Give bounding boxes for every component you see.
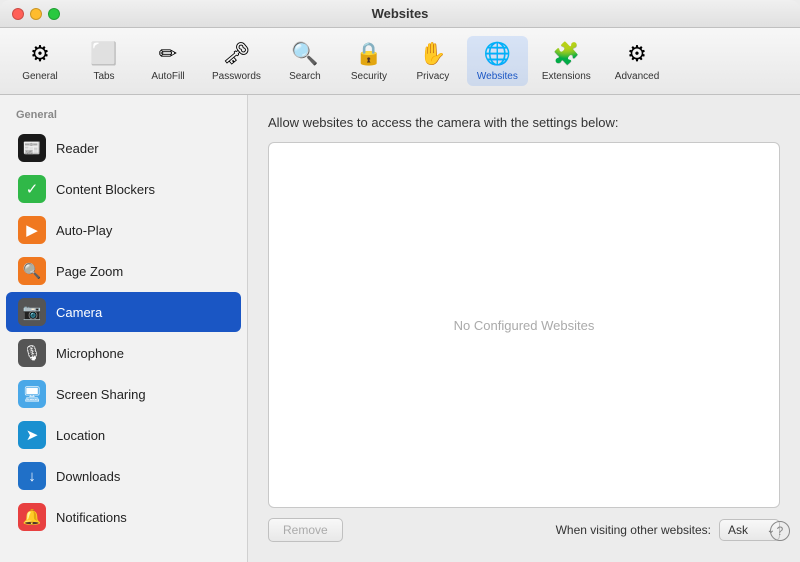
sidebar-item-microphone[interactable]: 🎙 Microphone [6, 333, 241, 373]
toolbar-item-search[interactable]: 🔍 Search [275, 36, 335, 86]
sidebar-label-camera: Camera [56, 305, 102, 320]
sidebar-item-page-zoom[interactable]: 🔍 Page Zoom [6, 251, 241, 291]
content-area: Allow websites to access the camera with… [248, 95, 800, 562]
toolbar-item-general[interactable]: ⚙ General [10, 36, 70, 86]
traffic-lights [12, 8, 60, 20]
no-websites-label: No Configured Websites [454, 318, 595, 333]
titlebar: Websites [0, 0, 800, 28]
toolbar-label-extensions: Extensions [542, 71, 591, 82]
toolbar: ⚙ General ⬜ Tabs ✏ AutoFill 🗝 Passwords 🔍 Search 🔒… [0, 28, 800, 95]
websites-icon: 🌐 [483, 40, 511, 68]
toolbar-item-tabs[interactable]: ⬜ Tabs [74, 36, 134, 86]
toolbar-label-tabs: Tabs [93, 71, 114, 82]
sidebar-section-label: General [0, 105, 247, 127]
toolbar-item-extensions[interactable]: 🧩 Extensions [532, 36, 601, 86]
sidebar-label-screen-sharing: Screen Sharing [56, 387, 146, 402]
toolbar-item-advanced[interactable]: ⚙ Advanced [605, 36, 669, 86]
footer-label: When visiting other websites: [556, 523, 711, 537]
microphone-icon: 🎙 [18, 339, 46, 367]
toolbar-label-search: Search [289, 71, 321, 82]
autofill-icon: ✏ [154, 40, 182, 68]
advanced-icon: ⚙ [623, 40, 651, 68]
screen-sharing-icon: 🖥 [18, 380, 46, 408]
sidebar: General 📰 Reader ✓ Content Blockers ▶ Auto-Pl… [0, 95, 248, 562]
camera-icon: 📷 [18, 298, 46, 326]
sidebar-label-location: Location [56, 428, 105, 443]
toolbar-label-websites: Websites [477, 71, 518, 82]
tabs-icon: ⬜ [90, 40, 118, 68]
toolbar-label-general: General [22, 71, 58, 82]
sidebar-label-microphone: Microphone [56, 346, 124, 361]
window-title: Websites [372, 6, 429, 21]
sidebar-item-auto-play[interactable]: ▶ Auto-Play [6, 210, 241, 250]
close-button[interactable] [12, 8, 24, 20]
content-description: Allow websites to access the camera with… [268, 115, 780, 130]
sidebar-label-downloads: Downloads [56, 469, 120, 484]
footer-right: When visiting other websites: AskAllowDe… [556, 519, 780, 541]
sidebar-item-location[interactable]: ➤ Location [6, 415, 241, 455]
notifications-icon: 🔔 [18, 503, 46, 531]
toolbar-label-privacy: Privacy [417, 71, 450, 82]
privacy-icon: ✋ [419, 40, 447, 68]
toolbar-item-security[interactable]: 🔒 Security [339, 36, 399, 86]
websites-box: No Configured Websites [268, 142, 780, 508]
downloads-icon: ↓ [18, 462, 46, 490]
sidebar-label-content-blockers: Content Blockers [56, 182, 155, 197]
remove-button[interactable]: Remove [268, 518, 343, 542]
help-icon[interactable]: ? [770, 521, 790, 541]
sidebar-item-notifications[interactable]: 🔔 Notifications [6, 497, 241, 537]
extensions-icon: 🧩 [552, 40, 580, 68]
toolbar-label-autofill: AutoFill [151, 71, 184, 82]
sidebar-label-notifications: Notifications [56, 510, 127, 525]
search-icon: 🔍 [291, 40, 319, 68]
sidebar-item-content-blockers[interactable]: ✓ Content Blockers [6, 169, 241, 209]
toolbar-item-passwords[interactable]: 🗝 Passwords [202, 36, 271, 86]
content-footer: Remove When visiting other websites: Ask… [268, 518, 780, 542]
sidebar-item-camera[interactable]: 📷 Camera [6, 292, 241, 332]
sidebar-label-page-zoom: Page Zoom [56, 264, 123, 279]
reader-icon: 📰 [18, 134, 46, 162]
sidebar-label-auto-play: Auto-Play [56, 223, 112, 238]
security-icon: 🔒 [355, 40, 383, 68]
auto-play-icon: ▶ [18, 216, 46, 244]
general-icon: ⚙ [26, 40, 54, 68]
maximize-button[interactable] [48, 8, 60, 20]
toolbar-label-security: Security [351, 71, 387, 82]
sidebar-label-reader: Reader [56, 141, 99, 156]
toolbar-label-advanced: Advanced [615, 71, 659, 82]
sidebar-item-screen-sharing[interactable]: 🖥 Screen Sharing [6, 374, 241, 414]
location-icon: ➤ [18, 421, 46, 449]
toolbar-item-websites[interactable]: 🌐 Websites [467, 36, 528, 86]
sidebar-item-downloads[interactable]: ↓ Downloads [6, 456, 241, 496]
content-blockers-icon: ✓ [18, 175, 46, 203]
toolbar-label-passwords: Passwords [212, 71, 261, 82]
main-area: General 📰 Reader ✓ Content Blockers ▶ Auto-Pl… [0, 95, 800, 562]
sidebar-item-reader[interactable]: 📰 Reader [6, 128, 241, 168]
minimize-button[interactable] [30, 8, 42, 20]
toolbar-item-autofill[interactable]: ✏ AutoFill [138, 36, 198, 86]
passwords-icon: 🗝 [222, 40, 250, 68]
page-zoom-icon: 🔍 [18, 257, 46, 285]
toolbar-item-privacy[interactable]: ✋ Privacy [403, 36, 463, 86]
